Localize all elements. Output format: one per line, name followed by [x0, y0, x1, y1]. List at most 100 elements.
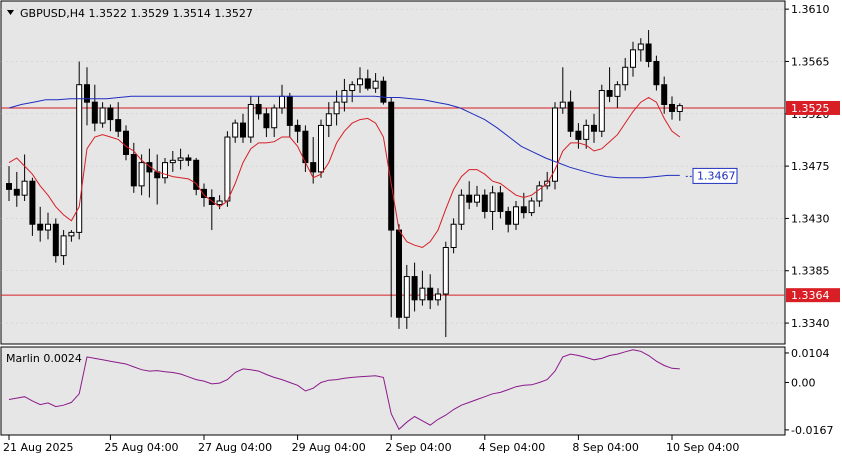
candle-body [123, 130, 129, 155]
candle-body [630, 49, 636, 68]
time-tick-label: 21 Aug 2025 [3, 441, 73, 454]
candle [380, 76, 387, 105]
candle-body [91, 101, 98, 124]
candle-body [185, 157, 192, 161]
candle-body [513, 206, 519, 225]
time-tick-label: 8 Sep 04:00 [572, 441, 638, 454]
candle-body [52, 223, 59, 257]
candle-body [318, 124, 324, 173]
candle-body [474, 194, 480, 203]
price-axis[interactable]: 1.36101.35651.35201.34751.34301.33851.33… [785, 3, 830, 330]
candle-body [45, 223, 51, 231]
osc-tick-label: -0.0167 [791, 424, 833, 437]
candle-body [115, 119, 122, 132]
candle-body [606, 90, 613, 97]
symbol-info: GBPUSD,H4 1.3522 1.3529 1.3514 1.3527 [20, 7, 253, 20]
price-tick-label: 1.3565 [791, 55, 830, 68]
candle-body [130, 153, 137, 187]
candle-body [653, 60, 660, 86]
candle-body [68, 231, 75, 237]
candle [396, 224, 402, 329]
candle-body [169, 159, 176, 164]
candle-body [232, 122, 239, 138]
candle-body [427, 287, 434, 301]
candle-body [60, 235, 67, 257]
candle-body [388, 101, 395, 231]
candle-body [84, 84, 90, 103]
price-tick-label: 1.3430 [791, 212, 830, 225]
time-tick-label: 25 Aug 04:00 [104, 441, 178, 454]
candle-body [396, 229, 402, 318]
candle-body [333, 101, 340, 115]
candle-body [162, 162, 168, 179]
candle-body [435, 293, 441, 301]
candle-body [310, 162, 317, 173]
candle-body [497, 192, 504, 212]
candle-body [583, 124, 590, 140]
indicator-name: Marlin 0.0024 [6, 352, 82, 365]
candle-body [325, 113, 332, 126]
candle-body [489, 192, 496, 212]
price-tick-label: 1.3610 [791, 3, 830, 16]
candle-body [247, 103, 254, 138]
candle-body [411, 276, 418, 301]
symbol-header[interactable]: GBPUSD,H4 1.3522 1.3529 1.3514 1.3527 [7, 7, 253, 20]
forex-chart: 1.36101.35651.35201.34751.34301.33851.33… [0, 0, 840, 454]
candle-body [567, 101, 574, 132]
main-panel[interactable]: 1.36101.35651.35201.34751.34301.33851.33… [0, 0, 840, 345]
candle-body [6, 183, 12, 190]
candle-body [364, 78, 371, 89]
candle-body [193, 159, 200, 190]
candle-body [263, 113, 270, 129]
candle-body [279, 95, 285, 109]
candle-body [216, 200, 223, 205]
time-tick-label: 10 Sep 04:00 [666, 441, 739, 454]
osc-tick-label: 0.0104 [791, 347, 830, 360]
candle-body [637, 43, 644, 51]
candle [52, 218, 59, 263]
candle [76, 61, 83, 240]
candle-body [661, 84, 668, 105]
candle-body [29, 180, 36, 225]
time-tick-label: 2 Sep 04:00 [385, 441, 451, 454]
candle-body [177, 157, 184, 161]
time-tick-label: 4 Sep 04:00 [479, 441, 545, 454]
candle-body [21, 180, 28, 196]
candle-body [598, 90, 605, 132]
oscillator-plot-area [0, 346, 786, 436]
candle-body [380, 80, 387, 103]
candle-body [614, 84, 621, 97]
candle-body [559, 101, 566, 109]
candle-body [13, 188, 20, 196]
candle-body [240, 122, 246, 138]
oscillator-axis: 0.0104 0.00 -0.0167 [785, 347, 833, 437]
candle-body [271, 107, 278, 129]
candle-body [138, 162, 145, 187]
candle [318, 119, 324, 178]
candle-body [99, 107, 106, 124]
candle-body [520, 206, 527, 214]
candle-body [676, 105, 683, 112]
candle-body [528, 200, 535, 214]
level-price-label: 1.3364 [791, 289, 830, 302]
candle-body [669, 103, 675, 112]
candle [598, 84, 605, 138]
candle-body [622, 66, 629, 86]
candle [193, 157, 200, 196]
candle-body [349, 84, 356, 92]
candle-body [481, 194, 488, 212]
candle-body [505, 210, 512, 225]
osc-tick-label: 0.00 [791, 376, 816, 389]
candle-body [37, 223, 44, 231]
oscillator-panel[interactable]: 0.0104 0.00 -0.0167 Marlin 0.0024 [0, 346, 833, 437]
candle-body [107, 107, 114, 121]
candle [224, 131, 231, 207]
candle-body [575, 130, 582, 140]
candle-body [442, 246, 449, 295]
candle-body [357, 78, 363, 86]
candle [458, 189, 465, 231]
candle-body [372, 80, 379, 89]
candle-body [466, 194, 473, 203]
candle-body [450, 223, 457, 248]
candle-body [403, 276, 410, 318]
